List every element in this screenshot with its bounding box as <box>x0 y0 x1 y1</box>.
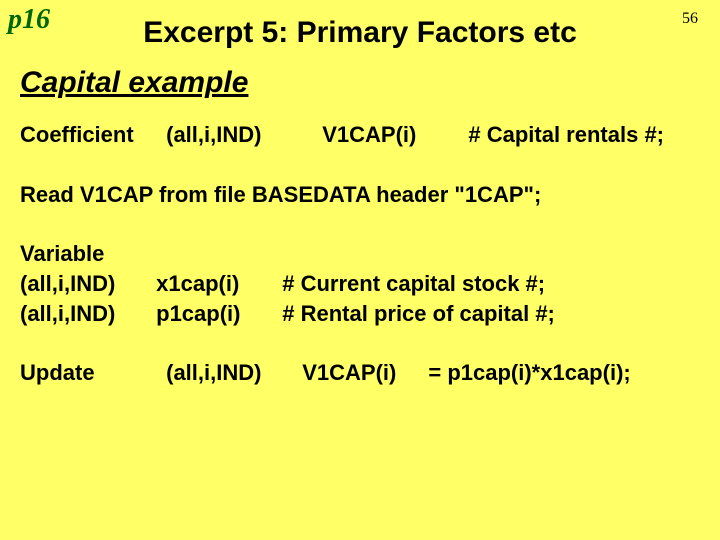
variable-block: Variable (all,i,IND) x1cap(i) # Current … <box>20 239 700 328</box>
read-line: Read V1CAP from file BASEDATA header "1C… <box>20 180 700 210</box>
coefficient-label: Coefficient <box>20 120 160 150</box>
coefficient-line: Coefficient (all,i,IND) V1CAP(i) # Capit… <box>20 120 700 150</box>
variable-label: Variable <box>20 239 160 269</box>
slide-body: Coefficient (all,i,IND) V1CAP(i) # Capit… <box>20 120 700 418</box>
slide: p16 56 Excerpt 5: Primary Factors etc Ca… <box>0 0 720 540</box>
update-name: V1CAP(i) <box>302 358 422 388</box>
coefficient-domain: (all,i,IND) <box>166 120 316 150</box>
variable-domain: (all,i,IND) <box>20 299 150 329</box>
update-rhs: = p1cap(i)*x1cap(i); <box>428 360 630 385</box>
update-label: Update <box>20 358 160 388</box>
slide-subtitle: Capital example <box>20 66 248 100</box>
variable-row: (all,i,IND) p1cap(i) # Rental price of c… <box>20 301 555 326</box>
coefficient-comment: # Capital rentals #; <box>468 122 664 147</box>
update-domain: (all,i,IND) <box>166 358 296 388</box>
variable-comment: # Current capital stock #; <box>282 271 545 296</box>
variable-name: p1cap(i) <box>156 299 276 329</box>
update-line: Update (all,i,IND) V1CAP(i) = p1cap(i)*x… <box>20 358 700 388</box>
slide-title: Excerpt 5: Primary Factors etc <box>0 16 720 50</box>
coefficient-name: V1CAP(i) <box>322 120 462 150</box>
variable-row: (all,i,IND) x1cap(i) # Current capital s… <box>20 271 545 296</box>
variable-comment: # Rental price of capital #; <box>282 301 555 326</box>
variable-domain: (all,i,IND) <box>20 269 150 299</box>
variable-name: x1cap(i) <box>156 269 276 299</box>
